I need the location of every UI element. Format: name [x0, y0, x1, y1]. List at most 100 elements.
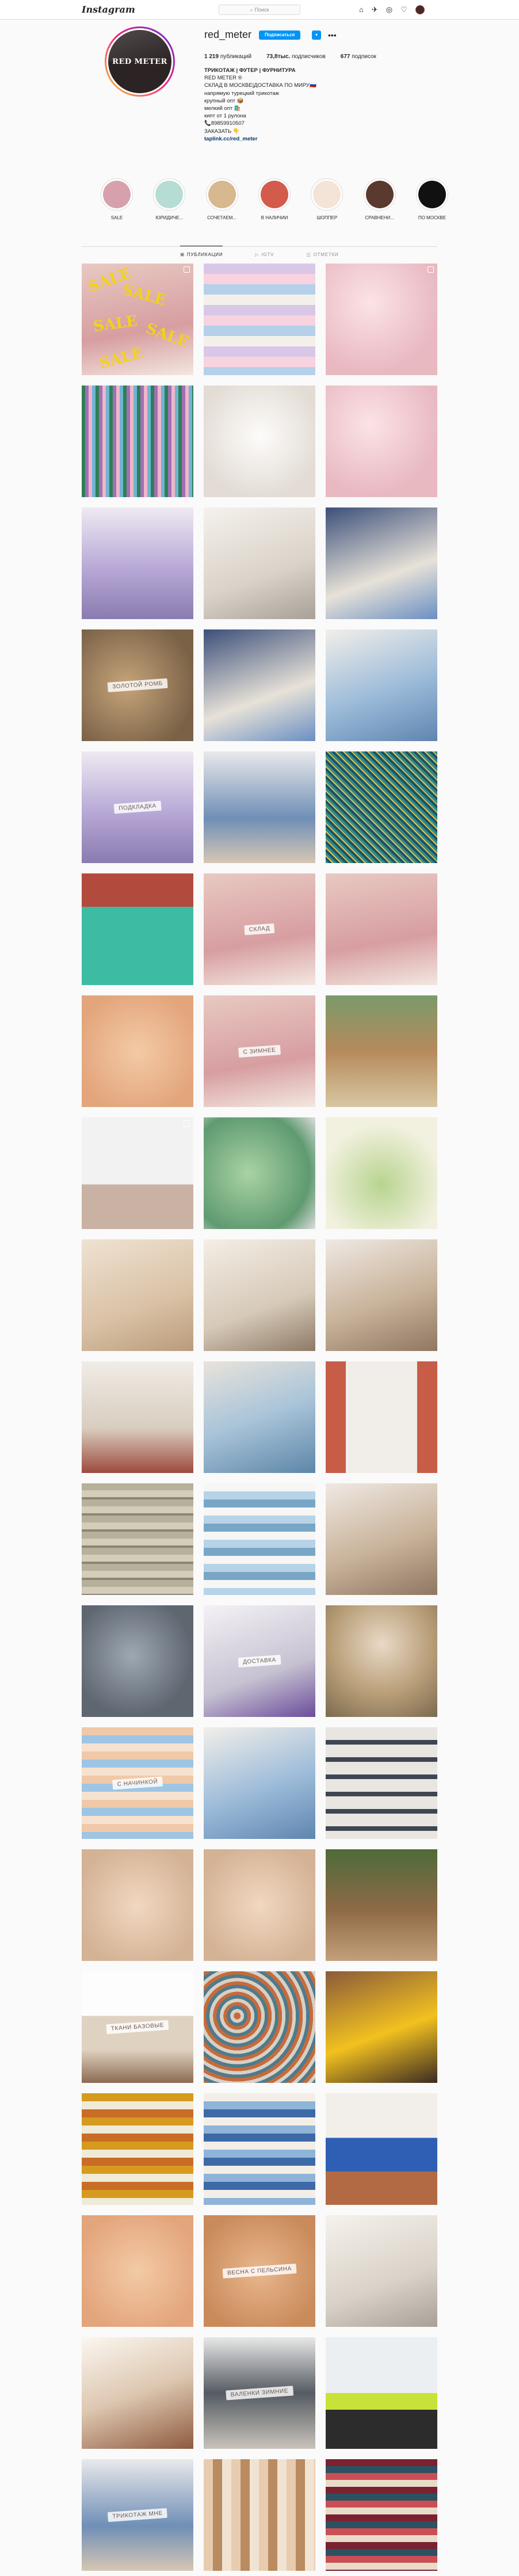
post-thumbnail[interactable] [326, 2337, 437, 2449]
post-thumbnail[interactable] [82, 1239, 193, 1351]
post-thumbnail[interactable] [326, 1971, 437, 2083]
post-thumbnail[interactable] [326, 386, 437, 497]
tab-tagged[interactable]: ◫ ОТМЕТКИ [306, 246, 338, 264]
post-thumbnail[interactable] [82, 507, 193, 619]
grid-icon: ⊞ [180, 252, 185, 257]
post-thumbnail[interactable] [82, 1361, 193, 1473]
post-thumbnail[interactable] [326, 1483, 437, 1595]
highlight-item[interactable]: ШОППЕР [309, 178, 345, 220]
post-thumbnail[interactable] [82, 1483, 193, 1595]
instagram-logo[interactable]: Instagram [82, 4, 135, 15]
search-input[interactable]: ⌕ Поиск [219, 5, 300, 15]
reel-badge-icon [428, 266, 434, 273]
post-thumbnail[interactable] [326, 1117, 437, 1229]
post-thumbnail[interactable] [204, 1117, 315, 1229]
post-thumbnail[interactable] [326, 1727, 437, 1839]
post-thumbnail[interactable] [82, 1605, 193, 1717]
post-thumbnail[interactable] [204, 1483, 315, 1595]
post-thumbnail[interactable] [326, 873, 437, 985]
post-thumbnail[interactable] [326, 2459, 437, 2571]
home-icon[interactable]: ⌂ [359, 5, 364, 14]
tab-posts[interactable]: ⊞ ПУБЛИКАЦИИ [180, 246, 223, 264]
reel-badge-icon [184, 266, 190, 273]
highlight-item[interactable]: ПО МОСКВЕ [414, 178, 450, 220]
bio-line: СКЛАД В МОСКВЕ|ДОСТАВКА ПО МИРУ🇷🇺 [204, 82, 316, 89]
post-thumbnail[interactable] [204, 2093, 315, 2205]
highlight-item[interactable]: СРАВНЕНИ... [362, 178, 398, 220]
post-thumbnail[interactable] [204, 507, 315, 619]
post-thumbnail[interactable] [204, 1849, 315, 1961]
more-options-button[interactable]: ••• [328, 30, 337, 40]
post-thumbnail[interactable] [326, 629, 437, 741]
post-caption-overlay: С НАЧИНКОЙ [112, 1776, 163, 1790]
post-thumbnail[interactable] [326, 2215, 437, 2327]
post-thumbnail[interactable] [82, 873, 193, 985]
post-thumbnail[interactable]: ТРИКОТАЖ МНЕ [82, 2459, 193, 2571]
post-thumbnail[interactable] [326, 1605, 437, 1717]
post-thumbnail[interactable]: ТКАНИ БАЗОВЫЕ [82, 1971, 193, 2083]
post-caption-overlay: ВЕСНА С ПЕЛЬСИНА [222, 2264, 297, 2279]
post-thumbnail[interactable]: ЗОЛОТОЙ РОМБ [82, 629, 193, 741]
post-thumbnail[interactable] [326, 507, 437, 619]
post-thumbnail[interactable]: ДОСТАВКА [204, 1605, 315, 1717]
post-thumbnail[interactable] [204, 1971, 315, 2083]
post-thumbnail[interactable] [82, 2215, 193, 2327]
profile-avatar-ring[interactable]: RED METER [105, 26, 175, 97]
highlight-cover [365, 181, 394, 208]
highlight-item[interactable]: ЮРИДИЧЕ... [151, 178, 187, 220]
profile-username: red_meter [204, 29, 252, 40]
post-thumbnail[interactable] [326, 1849, 437, 1961]
direct-icon[interactable]: ✈ [372, 5, 378, 14]
post-caption-overlay: ПОДКЛАДКА [113, 800, 162, 814]
post-thumbnail[interactable] [204, 751, 315, 863]
post-thumbnail[interactable] [82, 2093, 193, 2205]
post-thumbnail[interactable] [204, 1361, 315, 1473]
highlight-item[interactable]: В НАЛИЧИИ [257, 178, 292, 220]
post-thumbnail[interactable] [204, 629, 315, 741]
post-thumbnail[interactable]: С ЗИМНЕЕ [204, 995, 315, 1107]
profile-stats: 1 219 публикаций 73,8тыс. подписчиков 67… [204, 54, 376, 60]
post-thumbnail[interactable] [82, 2337, 193, 2449]
post-thumbnail[interactable] [326, 1361, 437, 1473]
post-thumbnail[interactable]: СКЛАД [204, 873, 315, 985]
post-thumbnail[interactable] [204, 2459, 315, 2571]
post-thumbnail[interactable]: ВЕСНА С ПЕЛЬСИНА [204, 2215, 315, 2327]
post-thumbnail[interactable] [82, 1849, 193, 1961]
nav-icons: ⌂ ✈ ◎ ♡ [359, 5, 425, 14]
post-thumbnail[interactable] [204, 1727, 315, 1839]
post-thumbnail[interactable] [326, 995, 437, 1107]
profile-avatar[interactable] [415, 5, 425, 14]
post-thumbnail[interactable] [326, 751, 437, 863]
search-placeholder: Поиск [254, 7, 269, 13]
post-thumbnail[interactable] [326, 264, 437, 375]
post-thumbnail[interactable]: С НАЧИНКОЙ [82, 1727, 193, 1839]
suggested-dropdown-button[interactable]: ▾ [312, 30, 321, 40]
bio-line: 📞89859910507 [204, 120, 245, 127]
highlight-cover [313, 181, 341, 208]
post-thumbnail[interactable]: ВАЛЕНКИ ЗИМНИЕ [204, 2337, 315, 2449]
igtv-icon: ▷ [255, 252, 260, 257]
post-thumbnail[interactable] [82, 995, 193, 1107]
post-thumbnail[interactable]: ПОДКЛАДКА [82, 751, 193, 863]
top-navigation: Instagram ⌕ Поиск ⌂ ✈ ◎ ♡ [0, 0, 519, 20]
post-thumbnail[interactable] [204, 1239, 315, 1351]
post-thumbnail[interactable] [204, 386, 315, 497]
post-thumbnail[interactable]: SALE SALE SALE SALE SALE [82, 264, 193, 375]
highlight-label: ШОППЕР [316, 215, 338, 220]
highlight-item[interactable]: SALE [99, 178, 135, 220]
followers-count[interactable]: 73,8тыс. подписчиков [266, 54, 326, 60]
subscribe-button[interactable]: Подписаться [259, 30, 301, 40]
story-highlights: SALE ЮРИДИЧЕ... СОЧЕТАЕМ... В НАЛИЧИИ ШО… [99, 178, 450, 220]
heart-icon[interactable]: ♡ [400, 5, 407, 14]
post-thumbnail[interactable] [326, 1239, 437, 1351]
post-thumbnail[interactable] [204, 264, 315, 375]
post-thumbnail[interactable] [326, 2093, 437, 2205]
bio-link[interactable]: taplink.cc/red_meter [204, 135, 377, 143]
profile-avatar-image: RED METER [106, 28, 173, 95]
highlight-item[interactable]: СОЧЕТАЕМ... [204, 178, 240, 220]
post-thumbnail[interactable] [82, 1117, 193, 1229]
post-thumbnail[interactable] [82, 386, 193, 497]
explore-icon[interactable]: ◎ [386, 5, 392, 14]
following-count[interactable]: 677 подписок [341, 54, 376, 60]
tab-igtv[interactable]: ▷ IGTV [255, 246, 274, 264]
